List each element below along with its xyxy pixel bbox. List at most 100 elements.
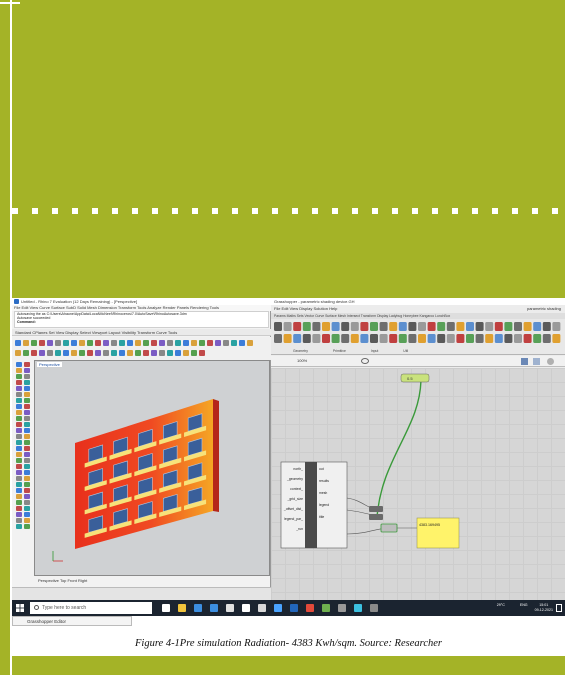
rhino-tool-icon[interactable]	[31, 340, 37, 346]
gh-node-a[interactable]	[369, 506, 383, 512]
side-tool-icon[interactable]	[16, 374, 22, 379]
gh-ribbon-icon[interactable]	[322, 322, 330, 331]
side-tool-icon[interactable]	[16, 518, 22, 523]
side-tool-icon[interactable]	[16, 452, 22, 457]
gh-ribbon-icon[interactable]	[533, 322, 542, 331]
side-tool-icon[interactable]	[16, 506, 22, 511]
taskbar-app-icon[interactable]	[242, 604, 250, 612]
gh-ribbon-icon[interactable]	[533, 334, 542, 343]
perspective-viewport[interactable]: Perspective	[34, 360, 270, 576]
taskbar-app-icon[interactable]	[306, 604, 314, 612]
side-tool-icon[interactable]	[24, 428, 30, 433]
gh-ribbon-icon[interactable]	[485, 322, 494, 331]
rhino-tool-icon[interactable]	[111, 350, 117, 356]
gh-ribbon-icon[interactable]	[312, 334, 321, 343]
gh-ribbon-icon[interactable]	[456, 322, 465, 331]
gh-ribbon-icon[interactable]	[494, 322, 503, 331]
side-tool-icon[interactable]	[24, 392, 30, 397]
side-tool-icon[interactable]	[24, 434, 30, 439]
taskbar-search-input[interactable]: Type here to search	[30, 602, 152, 614]
rhino-tool-icon[interactable]	[119, 340, 125, 346]
rhino-tool-icon[interactable]	[87, 340, 93, 346]
gh-menu-bar[interactable]: File Edit View Display Solution Help par…	[271, 306, 565, 312]
rhino-tool-icon[interactable]	[143, 350, 149, 356]
rhino-tool-icon[interactable]	[215, 340, 221, 346]
gh-ribbon-icon[interactable]	[437, 322, 446, 331]
rhino-tool-icon[interactable]	[111, 340, 117, 346]
side-tool-icon[interactable]	[24, 410, 30, 415]
gh-ribbon-icon[interactable]	[398, 334, 407, 343]
rhino-tool-icon[interactable]	[63, 340, 69, 346]
gh-ribbon-icon[interactable]	[341, 334, 350, 343]
gh-ribbon-icon[interactable]	[408, 334, 417, 343]
gh-preview-icon[interactable]	[533, 358, 540, 365]
rhino-tool-icon[interactable]	[103, 350, 109, 356]
side-tool-icon[interactable]	[24, 362, 30, 367]
gh-ribbon-icon[interactable]	[418, 322, 426, 331]
gh-ribbon-icon[interactable]	[302, 322, 311, 331]
gh-ribbon-icon[interactable]	[514, 322, 522, 331]
gh-ribbon-icon[interactable]	[494, 334, 503, 343]
side-tool-icon[interactable]	[16, 464, 22, 469]
side-tool-icon[interactable]	[16, 494, 22, 499]
gh-ribbon-icon[interactable]	[466, 322, 474, 331]
side-tool-icon[interactable]	[16, 476, 22, 481]
side-tool-icon[interactable]	[16, 386, 22, 391]
gh-ribbon-icon[interactable]	[389, 322, 398, 331]
side-tool-icon[interactable]	[24, 458, 30, 463]
gh-ribbon-icon[interactable]	[274, 322, 282, 331]
gh-ribbon-icon[interactable]	[322, 334, 330, 343]
side-tool-icon[interactable]	[24, 440, 30, 445]
rhino-tool-icon[interactable]	[127, 350, 133, 356]
side-tool-icon[interactable]	[24, 482, 30, 487]
rhino-tool-icon[interactable]	[159, 340, 165, 346]
rhino-tool-icon[interactable]	[247, 340, 253, 346]
side-tool-icon[interactable]	[24, 374, 30, 379]
taskbar-app-icon[interactable]	[290, 604, 298, 612]
taskbar-app-icon[interactable]	[194, 604, 202, 612]
gh-ribbon-icon[interactable]	[331, 322, 340, 331]
gh-ribbon-icon[interactable]	[274, 334, 282, 343]
gh-ribbon-icon[interactable]	[350, 322, 359, 331]
taskbar-app-icon[interactable]	[354, 604, 362, 612]
gh-ribbon-icon[interactable]	[446, 322, 455, 331]
gh-ribbon-icon[interactable]	[523, 322, 532, 331]
gh-ribbon-icon[interactable]	[504, 322, 513, 331]
gh-ribbon-icon[interactable]	[293, 334, 302, 343]
rhino-tool-icon[interactable]	[71, 340, 77, 346]
gh-ribbon-icon[interactable]	[360, 322, 369, 331]
rhino-tool-icon[interactable]	[119, 350, 125, 356]
gh-ribbon-icon[interactable]	[504, 334, 513, 343]
rhino-tool-icon[interactable]	[63, 350, 69, 356]
gh-node-b[interactable]	[369, 514, 383, 520]
rhino-tool-icon[interactable]	[159, 350, 165, 356]
rhino-tool-icon[interactable]	[39, 350, 45, 356]
gh-ribbon-icon[interactable]	[283, 334, 292, 343]
notification-icon[interactable]	[556, 604, 562, 612]
side-tool-icon[interactable]	[24, 446, 30, 451]
side-tool-icon[interactable]	[24, 398, 30, 403]
rhino-tool-icon[interactable]	[167, 340, 173, 346]
rhino-tool-icon[interactable]	[191, 350, 197, 356]
gh-component-icons[interactable]	[271, 319, 565, 349]
gh-ribbon-icon[interactable]	[331, 334, 340, 343]
side-tool-icon[interactable]	[16, 440, 22, 445]
side-tool-icon[interactable]	[16, 446, 22, 451]
rhino-tool-icon[interactable]	[95, 340, 101, 346]
side-tool-icon[interactable]	[24, 452, 30, 457]
taskbar-app-icon[interactable]	[178, 604, 186, 612]
rhino-tool-icon[interactable]	[135, 350, 141, 356]
rhino-tool-icon[interactable]	[79, 350, 85, 356]
side-tool-icon[interactable]	[16, 422, 22, 427]
side-tool-icons[interactable]	[15, 360, 33, 535]
rhino-tool-icon[interactable]	[199, 340, 205, 346]
rhino-toolbar-tabs[interactable]: Standard CPlanes Set View Display Select…	[12, 329, 271, 336]
rhino-tool-icon[interactable]	[79, 340, 85, 346]
rhino-tool-icon[interactable]	[39, 340, 45, 346]
side-tool-icon[interactable]	[24, 500, 30, 505]
taskbar-app-icon[interactable]	[210, 604, 218, 612]
gh-ribbon-icon[interactable]	[466, 334, 474, 343]
rhino-tool-icon[interactable]	[15, 350, 21, 356]
side-tool-icon[interactable]	[16, 524, 22, 529]
tray-clock[interactable]: 15:01 09-12-2021	[535, 603, 553, 613]
